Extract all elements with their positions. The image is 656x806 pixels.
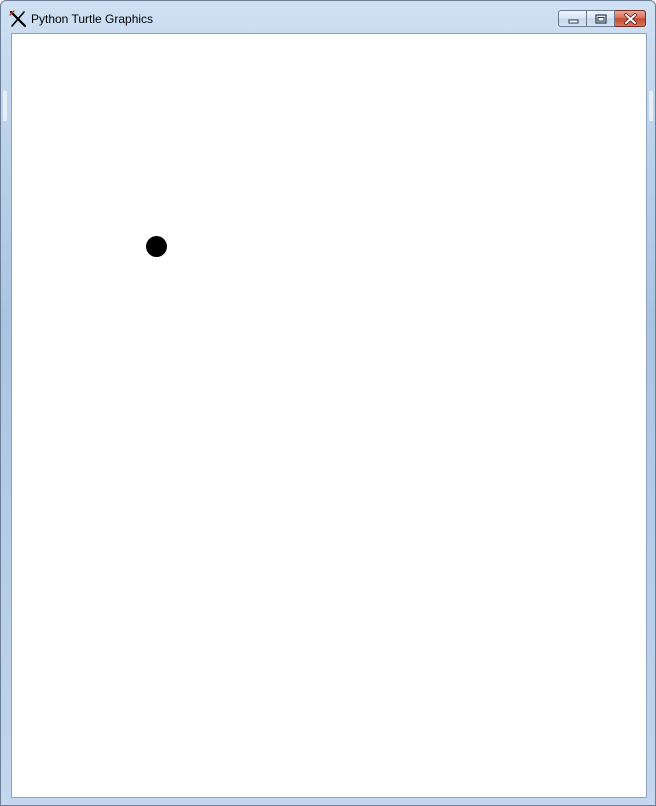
- maximize-button[interactable]: [587, 10, 615, 27]
- turtle-dot: [146, 236, 167, 257]
- turtle-x-icon[interactable]: [9, 10, 27, 28]
- close-button[interactable]: [615, 10, 646, 27]
- close-icon: [624, 13, 637, 25]
- minimize-button[interactable]: [558, 10, 587, 27]
- turtle-canvas[interactable]: [12, 34, 646, 797]
- frame-highlight-right: [649, 91, 653, 121]
- app-window: Python Turtle Graphics: [0, 0, 656, 806]
- caption-buttons: [558, 10, 646, 28]
- client-area: [11, 33, 647, 798]
- maximize-icon: [595, 14, 607, 24]
- frame-highlight-left: [3, 91, 7, 121]
- minimize-icon: [568, 19, 579, 24]
- window-title: Python Turtle Graphics: [31, 12, 154, 26]
- title-bar[interactable]: Python Turtle Graphics: [1, 1, 655, 32]
